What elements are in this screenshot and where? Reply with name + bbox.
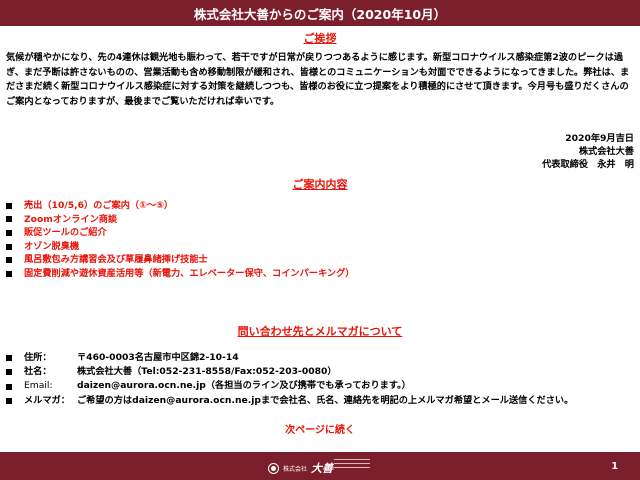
bullet-square-icon bbox=[6, 369, 12, 376]
bullet-square-icon bbox=[6, 202, 12, 209]
greeting-heading: ご挨拶 bbox=[303, 32, 337, 45]
contents-item-label: 風呂敷包み方講習会及び草履鼻緒挿げ技能士 bbox=[24, 254, 208, 266]
list-item[interactable]: 風呂敷包み方講習会及び草履鼻緒挿げ技能士 bbox=[6, 253, 634, 267]
inquiry-heading: 問い合わせ先とメルマガについて bbox=[237, 325, 403, 338]
bullet-square-icon bbox=[6, 397, 12, 404]
list-item[interactable]: 販促ツールのご紹介 bbox=[6, 226, 634, 240]
page-title: 株式会社大善からのご案内（2020年10月） bbox=[193, 6, 447, 22]
page-number: 1 bbox=[611, 461, 618, 472]
contents-item-label: 販促ツールのご紹介 bbox=[24, 227, 107, 239]
signature-representative: 代表取締役 永井 明 bbox=[542, 159, 634, 170]
continued-notice: 次ページに続く bbox=[285, 425, 355, 436]
contact-row-email: Email: daizen@aurora.ocn.ne.jp（各担当のライン及び携… bbox=[6, 379, 636, 393]
bullet-square-icon bbox=[6, 243, 12, 250]
bullet-square-icon bbox=[6, 355, 12, 362]
contact-label: メルマガ： bbox=[24, 394, 70, 406]
bullet-square-icon bbox=[6, 216, 12, 223]
footer-bar: 株式会社 大善 1 bbox=[0, 452, 640, 480]
bullet-square-icon bbox=[6, 383, 12, 390]
contents-item-label: 売出（10/5,6）のご案内（①～⑤） bbox=[24, 200, 174, 211]
list-item[interactable]: 売出（10/5,6）のご案内（①～⑤） bbox=[6, 199, 634, 213]
contact-value: 株式会社大善（Tel:052-231-8558/Fax:052-203-0080… bbox=[77, 366, 337, 378]
logo-brand: 大善 bbox=[311, 462, 334, 475]
list-item[interactable]: 固定費削減や遊休資産活用等（新電力、エレベーター保守、コインパーキング） bbox=[6, 267, 634, 281]
title-banner: 株式会社大善からのご案内（2020年10月） bbox=[0, 0, 640, 26]
bullet-square-icon bbox=[6, 229, 12, 236]
contents-list: 売出（10/5,6）のご案内（①～⑤） Zoomオンライン商談 販促ツールのご紹… bbox=[6, 199, 634, 281]
greeting-body: 気候が穏やかになり、先の4連休は観光地も賑わって、若干ですが日常が戻りつつあるよ… bbox=[6, 51, 634, 109]
contact-value: 〒460-0003名古屋市中区錦2-10-14 bbox=[77, 352, 239, 363]
contents-heading: ご案内内容 bbox=[292, 178, 348, 191]
company-logo: 株式会社 大善 bbox=[268, 460, 333, 476]
contents-item-label: 固定費削減や遊休資産活用等（新電力、エレベーター保守、コインパーキング） bbox=[24, 267, 355, 279]
contents-item-label: オゾン脱臭機 bbox=[24, 240, 80, 252]
bullet-square-icon bbox=[6, 257, 12, 264]
footer-contact-lines bbox=[334, 459, 370, 471]
contact-row-newsletter: メルマガ： ご希望の方はdaizen@aurora.ocn.ne.jpまで会社名、… bbox=[6, 394, 636, 408]
contact-row-address: 住所： 〒460-0003名古屋市中区錦2-10-14 bbox=[6, 351, 636, 365]
contact-label: Email: bbox=[24, 380, 53, 392]
contact-value: ご希望の方はdaizen@aurora.ocn.ne.jpまで会社名、氏名、連絡… bbox=[77, 394, 574, 406]
bullet-square-icon bbox=[6, 270, 12, 277]
signature-date: 2020年9月吉日 bbox=[565, 133, 634, 144]
signature-company: 株式会社大善 bbox=[578, 146, 634, 157]
contents-item-label: Zoomオンライン商談 bbox=[24, 213, 118, 225]
contact-label: 社名： bbox=[24, 366, 52, 378]
contact-value[interactable]: daizen@aurora.ocn.ne.jp（各担当のライン及び携帯でも承って… bbox=[77, 379, 411, 393]
contact-list: 住所： 〒460-0003名古屋市中区錦2-10-14 社名： 株式会社大善（Tel… bbox=[6, 351, 636, 408]
logo-mark-icon bbox=[268, 462, 279, 474]
contact-label: 住所： bbox=[24, 352, 52, 363]
greeting-paragraph: 気候が穏やかになり、先の4連休は観光地も賑わって、若干ですが日常が戻りつつあるよ… bbox=[6, 52, 630, 107]
logo-company-small: 株式会社 bbox=[283, 465, 308, 473]
contact-row-company: 社名： 株式会社大善（Tel:052-231-8558/Fax:052-203-0… bbox=[6, 365, 636, 379]
signature-block: 2020年9月吉日 株式会社大善 代表取締役 永井 明 bbox=[542, 132, 634, 171]
list-item[interactable]: オゾン脱臭機 bbox=[6, 240, 634, 254]
list-item[interactable]: Zoomオンライン商談 bbox=[6, 213, 634, 227]
